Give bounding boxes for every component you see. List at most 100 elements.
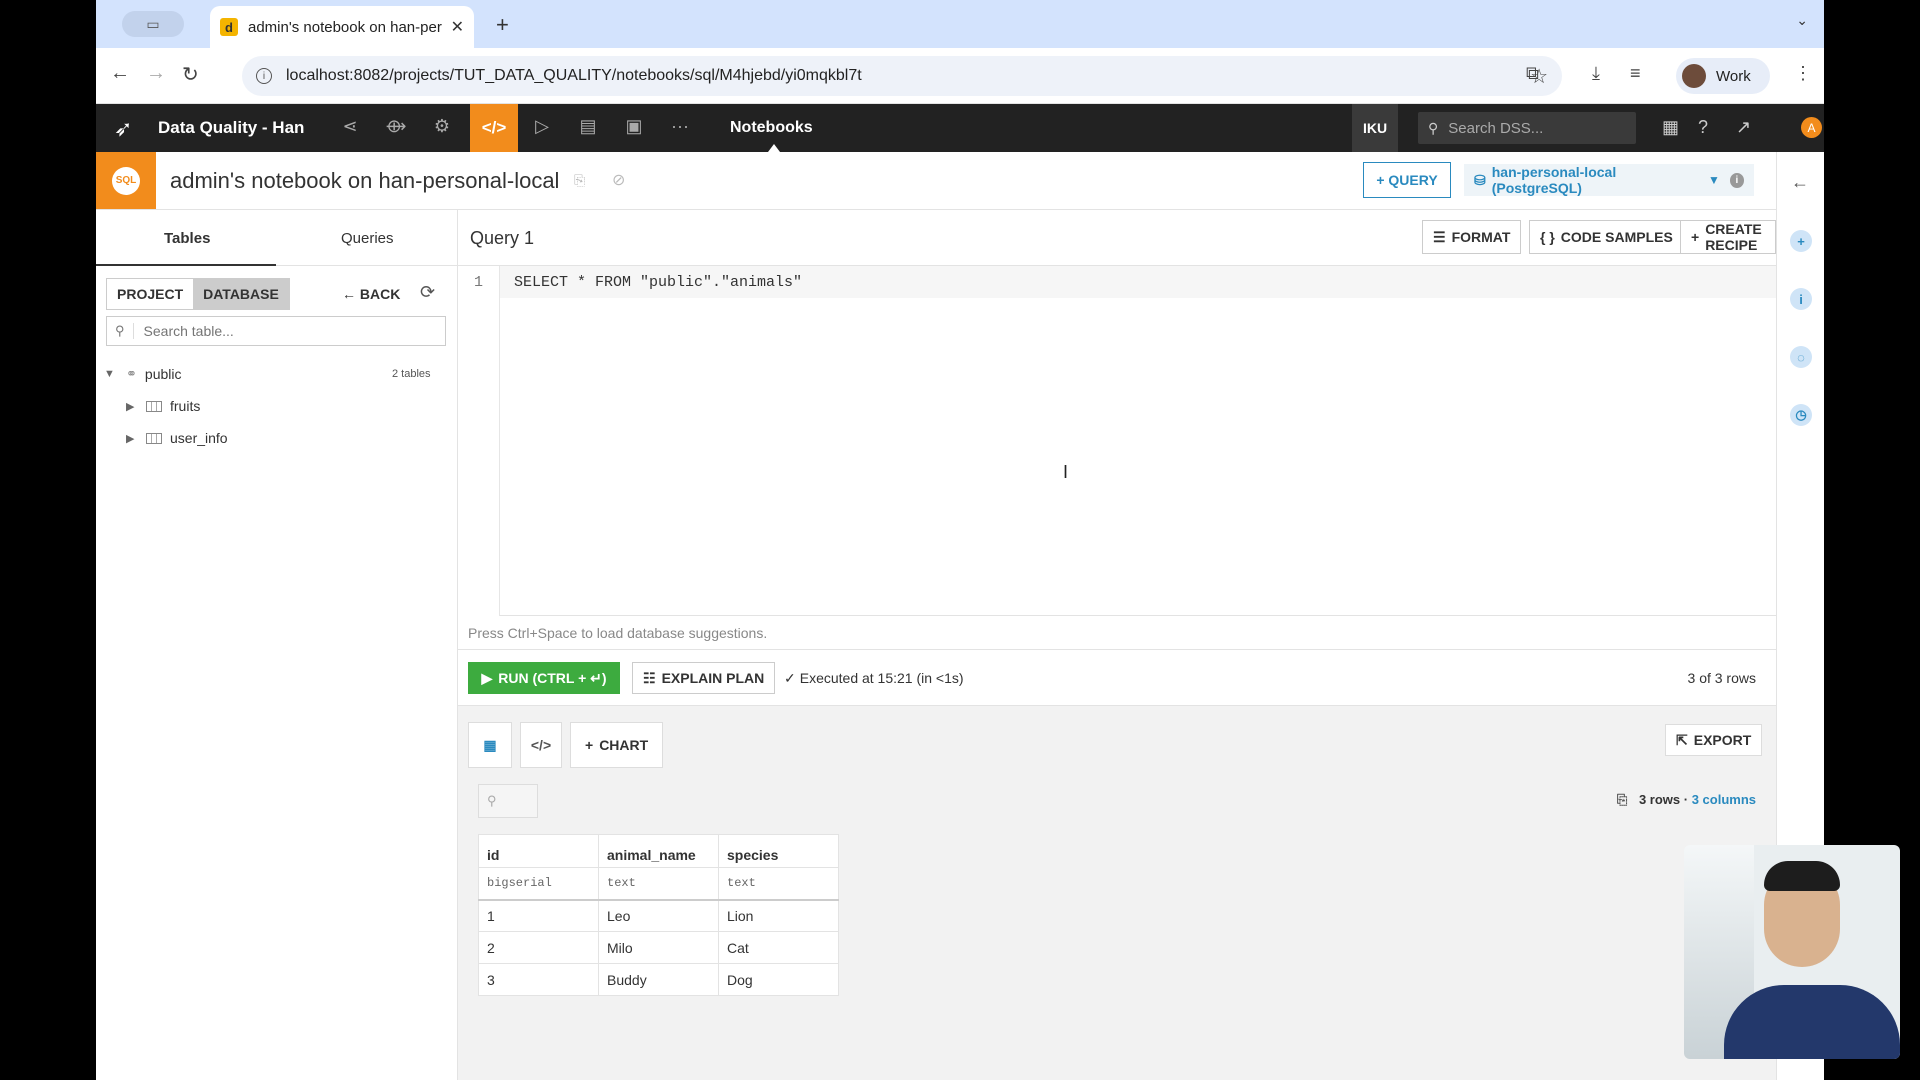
address-bar[interactable]: i localhost:8082/projects/TUT_DATA_QUALI… xyxy=(242,56,1562,96)
apps-grid-icon[interactable]: ▦ xyxy=(1662,117,1679,138)
browser-tab[interactable]: d admin's notebook on han-per ✕ xyxy=(210,6,474,48)
code-samples-button[interactable]: { } CODE SAMPLES xyxy=(1529,220,1684,254)
browser-menu-icon[interactable]: ⋮ xyxy=(1794,63,1812,84)
media-control-icon[interactable]: ≡ xyxy=(1630,63,1641,84)
dashboard-icon[interactable]: ▣ xyxy=(622,116,646,140)
line-gutter: 1 xyxy=(458,266,500,616)
results-panel: ⚲ ⎘ 3 rows · 3 columns id animal_name sp… xyxy=(468,772,1766,1080)
database-toggle[interactable]: DATABASE xyxy=(193,279,289,309)
add-query-button[interactable]: + QUERY xyxy=(1363,162,1451,198)
run-label: RUN (CTRL + ↵) xyxy=(498,669,607,686)
plus-icon: + xyxy=(1691,229,1700,245)
dss-search-input[interactable]: ⚲ Search DSS... xyxy=(1418,112,1636,144)
user-avatar[interactable]: A xyxy=(1801,117,1822,138)
recipes-icon[interactable]: ⟴ xyxy=(384,116,408,140)
check-circle-icon: ✓ xyxy=(784,670,796,686)
info-icon[interactable]: i xyxy=(1729,172,1744,188)
collapsed-triangle-icon[interactable]: ▶ xyxy=(126,432,140,445)
table-name: user_info xyxy=(170,430,228,446)
wiki-icon[interactable]: ▤ xyxy=(576,116,600,140)
results-search-icon[interactable]: ⚲ xyxy=(478,784,538,818)
run-bar: ▶ RUN (CTRL + ↵) ☷ EXPLAIN PLAN ✓ Executed … xyxy=(458,650,1776,706)
copy-icon[interactable]: ⎘ xyxy=(1617,792,1627,807)
history-icon[interactable]: ⊘ xyxy=(612,170,625,190)
new-tab-icon[interactable]: + xyxy=(496,12,509,38)
column-header[interactable]: animal_name xyxy=(598,834,719,868)
caret-down-icon: ▼ xyxy=(1707,173,1720,187)
download-icon[interactable]: ⤓ xyxy=(1592,63,1600,84)
connection-selector[interactable]: ⛁ han-personal-local (PostgreSQL) ▼ i xyxy=(1464,164,1754,196)
instance-label[interactable]: IKU xyxy=(1352,104,1398,152)
project-name[interactable]: Data Quality - Han xyxy=(158,118,304,138)
columns-link[interactable]: 3 columns xyxy=(1692,792,1756,807)
table-search-field[interactable]: ⚲ xyxy=(106,316,446,346)
profile-button[interactable]: Work xyxy=(1676,58,1770,94)
export-label: EXPORT xyxy=(1693,732,1752,748)
copy-icon[interactable]: ⎘ xyxy=(574,172,585,189)
discussions-icon[interactable]: ◌ xyxy=(1790,346,1812,368)
table-cell[interactable]: 3 xyxy=(478,963,599,996)
table-cell[interactable]: Buddy xyxy=(598,963,719,996)
add-circle-icon[interactable]: + xyxy=(1790,230,1812,252)
profile-label: Work xyxy=(1716,67,1751,85)
site-info-icon[interactable]: i xyxy=(256,68,272,84)
dataiku-bird-logo-icon[interactable]: ➶ xyxy=(114,116,132,142)
help-icon[interactable]: ? xyxy=(1698,117,1708,138)
jobs-play-icon[interactable]: ▷ xyxy=(530,116,554,140)
tab-search-icon[interactable]: ▭ xyxy=(122,11,184,37)
execution-status: ✓ Executed at 15:21 (in <1s) xyxy=(784,670,964,687)
code-view-icon[interactable]: </> xyxy=(520,722,562,768)
table-row[interactable]: ▶ user_info xyxy=(126,426,228,450)
table-cell[interactable]: Milo xyxy=(598,931,719,964)
explain-plan-button[interactable]: ☷ EXPLAIN PLAN xyxy=(632,662,776,694)
export-icon: ⇱ xyxy=(1676,731,1688,748)
forward-arrow-icon[interactable]: → xyxy=(146,62,166,85)
sql-editor[interactable]: 1 SELECT * FROM "public"."animals" I xyxy=(458,266,1776,616)
table-view-icon[interactable]: ▦ xyxy=(468,722,512,768)
query-title[interactable]: Query 1 xyxy=(470,228,534,249)
database-icon: ⛁ xyxy=(1474,171,1486,188)
add-chart-button[interactable]: + CHART xyxy=(570,722,664,768)
details-info-icon[interactable]: i xyxy=(1790,288,1812,310)
expanded-triangle-icon[interactable]: ▼ xyxy=(104,368,118,380)
collapsed-triangle-icon[interactable]: ▶ xyxy=(126,400,140,413)
create-recipe-button[interactable]: + CREATE RECIPE xyxy=(1680,220,1776,254)
tab-tables[interactable]: Tables xyxy=(164,230,210,247)
schema-row[interactable]: ▼ ⚭ public xyxy=(104,362,182,386)
table-row[interactable]: ▶ fruits xyxy=(126,394,200,418)
column-header[interactable]: species xyxy=(718,834,839,868)
reload-icon[interactable]: ↻ xyxy=(182,62,199,87)
table-cell[interactable]: Leo xyxy=(598,899,719,932)
collapse-arrow-icon[interactable]: ← xyxy=(1791,172,1809,193)
tab-list-chevron-icon[interactable]: ⌄ xyxy=(1796,12,1808,29)
back-arrow-icon[interactable]: ← xyxy=(110,62,130,85)
close-tab-icon[interactable]: ✕ xyxy=(451,17,464,37)
back-label: BACK xyxy=(359,286,401,302)
run-button[interactable]: ▶ RUN (CTRL + ↵) xyxy=(468,662,620,694)
column-header[interactable]: id xyxy=(478,834,599,868)
activity-trend-icon[interactable]: ↗ xyxy=(1736,117,1751,138)
search-icon: ⚲ xyxy=(1428,119,1439,136)
project-toggle[interactable]: PROJECT xyxy=(107,279,193,309)
lab-icon[interactable]: ⚙ xyxy=(430,116,454,140)
table-cell[interactable]: 2 xyxy=(478,931,599,964)
extensions-icon[interactable]: ⧉ xyxy=(1526,63,1539,84)
table-cell[interactable]: Cat xyxy=(718,931,839,964)
code-line[interactable]: SELECT * FROM "public"."animals" xyxy=(514,274,802,291)
suggestion-hint-bar: Press Ctrl+Space to load database sugges… xyxy=(458,616,1776,650)
tab-queries[interactable]: Queries xyxy=(341,230,394,247)
dss-navbar: ➶ Data Quality - Han ⋖ ⟴ ⚙ </> ▷ ▤ ▣ ···… xyxy=(96,104,1824,152)
table-cell[interactable]: Lion xyxy=(718,899,839,932)
refresh-icon[interactable]: ⟳ xyxy=(420,282,435,303)
table-cell[interactable]: 1 xyxy=(478,899,599,932)
flow-share-icon[interactable]: ⋖ xyxy=(338,116,362,140)
timeline-icon[interactable]: ◷ xyxy=(1790,404,1812,426)
export-button[interactable]: ⇱ EXPORT xyxy=(1665,724,1763,756)
format-button[interactable]: ☰ FORMAT xyxy=(1422,220,1522,254)
table-search-input[interactable] xyxy=(143,323,434,339)
code-icon[interactable]: </> xyxy=(470,104,518,152)
more-icon[interactable]: ··· xyxy=(668,116,692,140)
back-button[interactable]: ← BACK xyxy=(342,286,400,302)
table-cell[interactable]: Dog xyxy=(718,963,839,996)
connection-label: han-personal-local (PostgreSQL) xyxy=(1491,164,1617,196)
